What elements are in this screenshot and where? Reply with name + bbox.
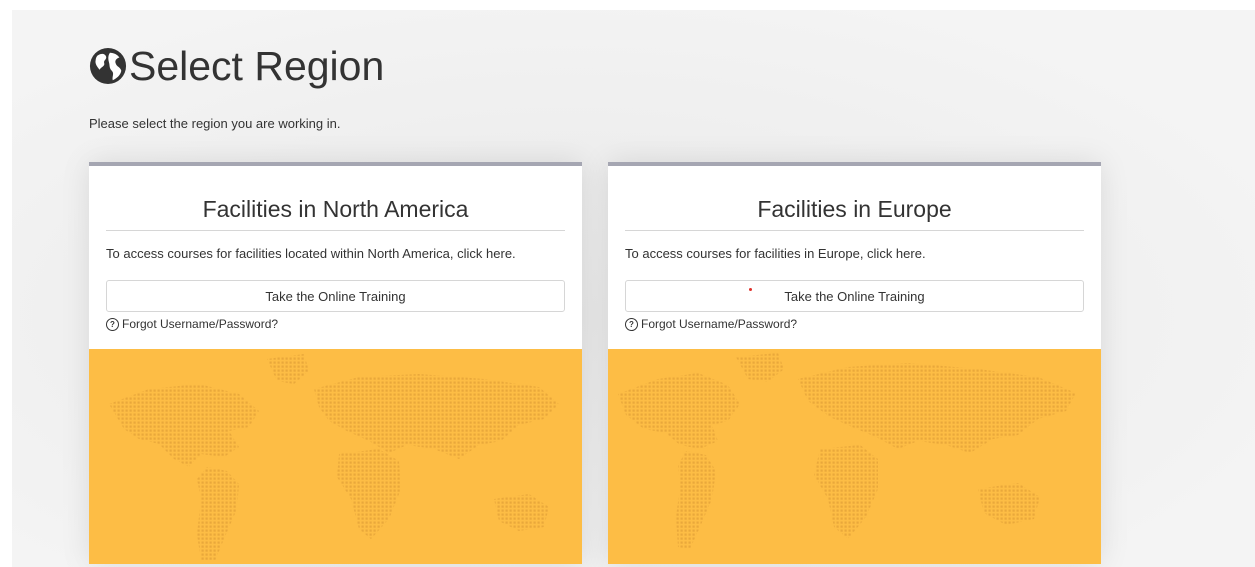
world-map-background [608, 349, 1101, 564]
dotted-world-map [109, 354, 559, 561]
card-title: Facilities in Europe [625, 188, 1084, 231]
forgot-password-label: Forgot Username/Password? [641, 317, 798, 331]
forgot-password-link[interactable]: ? Forgot Username/Password? [625, 317, 797, 331]
globe-icon [89, 47, 127, 85]
forgot-password-link[interactable]: ? Forgot Username/Password? [106, 317, 278, 331]
card-description[interactable]: To access courses for facilities located… [106, 246, 572, 261]
card-description[interactable]: To access courses for facilities in Euro… [625, 246, 1091, 261]
marker-dot [749, 288, 752, 291]
take-online-training-button[interactable]: Take the Online Training [625, 280, 1084, 312]
page-title: Select Region [89, 40, 384, 92]
take-online-training-button[interactable]: Take the Online Training [106, 280, 565, 312]
forgot-password-label: Forgot Username/Password? [122, 317, 279, 331]
card-title: Facilities in North America [106, 188, 565, 231]
page-title-text: Select Region [129, 43, 385, 89]
region-card-europe: Facilities in Europe To access courses f… [608, 162, 1101, 564]
dotted-world-map [618, 353, 1076, 549]
question-circle-icon: ? [625, 317, 638, 331]
world-map-background [89, 349, 582, 564]
page-subtitle: Please select the region you are working… [89, 116, 341, 131]
region-card-north-america: Facilities in North America To access co… [89, 162, 582, 564]
question-circle-icon: ? [106, 317, 119, 331]
